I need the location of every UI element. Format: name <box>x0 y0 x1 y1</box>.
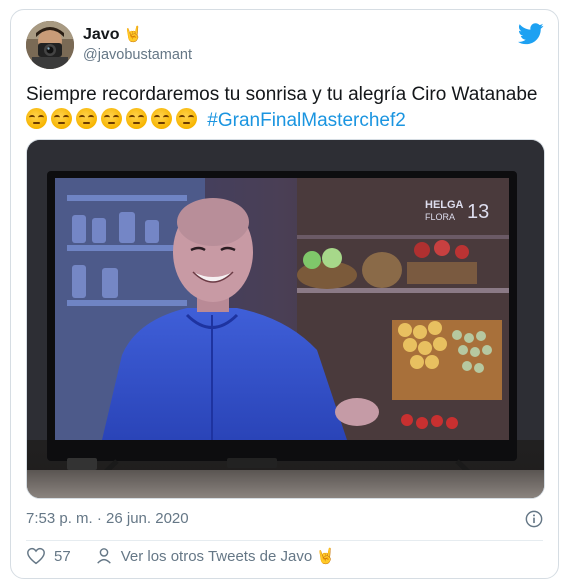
see-more-label: Ver los otros Tweets de Javo <box>120 548 313 565</box>
hashtag-link[interactable]: #GranFinalMasterchef2 <box>207 110 406 131</box>
tweet-actions: 57 Ver los otros Tweets de Javo 🤘 <box>26 547 335 565</box>
divider <box>26 540 543 541</box>
rock-hand-emoji: 🤘 <box>316 548 336 565</box>
twitter-bird-icon[interactable] <box>518 23 544 45</box>
author-display-name[interactable]: Javo 🤘 <box>83 25 142 44</box>
relieved-face-emoji <box>51 108 72 129</box>
svg-text:HELGA: HELGA <box>425 199 464 211</box>
see-more-tweets-link[interactable]: Ver los otros Tweets de Javo 🤘 <box>121 547 335 565</box>
rock-hand-emoji: 🤘 <box>123 26 143 43</box>
relieved-face-emoji <box>126 108 147 129</box>
person-icon <box>96 548 111 564</box>
info-icon[interactable] <box>525 510 543 528</box>
relieved-face-emoji <box>151 108 172 129</box>
author-handle[interactable]: @javobustamant <box>83 47 192 63</box>
like-count: 57 <box>54 547 71 565</box>
emoji-row <box>26 108 207 131</box>
relieved-face-emoji <box>76 108 97 129</box>
avatar[interactable] <box>26 21 74 69</box>
tweet-body-text: Siempre recordaremos tu sonrisa y tu ale… <box>26 84 538 105</box>
svg-text:FLORA: FLORA <box>425 212 455 222</box>
relieved-face-emoji <box>26 108 47 129</box>
tweet-card[interactable]: Javo 🤘 @javobustamant Siempre recordaremo… <box>10 9 559 579</box>
tweet-text: Siempre recordaremos tu sonrisa y tu ale… <box>26 82 546 134</box>
tweet-photo[interactable]: HELGA FLORA 13 <box>26 139 545 499</box>
author-name-text: Javo <box>83 26 120 43</box>
relieved-face-emoji <box>176 108 197 129</box>
svg-text:13: 13 <box>467 201 489 223</box>
tweet-timestamp[interactable]: 7:53 p. m. · 26 jun. 2020 <box>26 510 189 527</box>
relieved-face-emoji <box>101 108 122 129</box>
heart-icon[interactable] <box>26 547 46 565</box>
